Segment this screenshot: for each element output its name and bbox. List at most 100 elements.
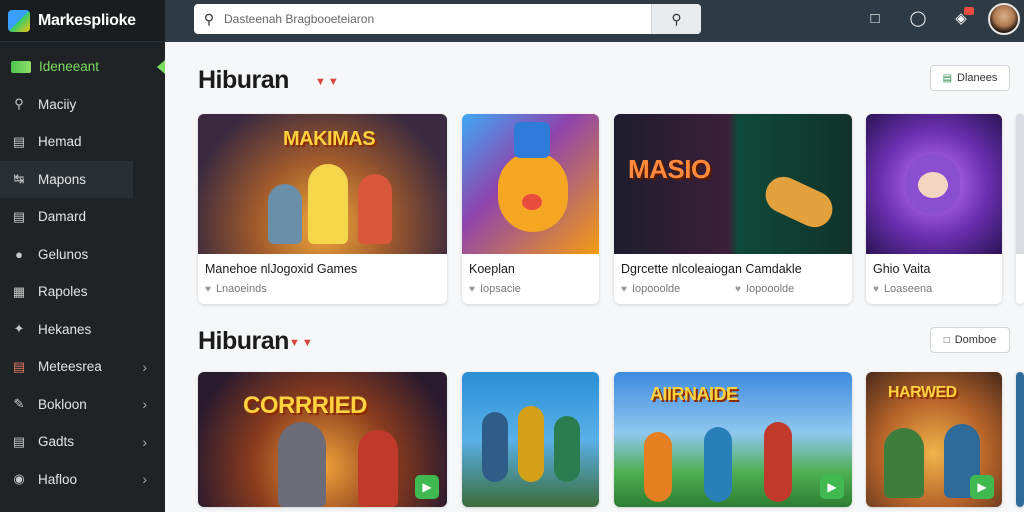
sidebar-nav: Ideneeant ⚲ Maciiy ▤ Hemad ↹ Mapons ▤ Da… <box>0 42 165 498</box>
card-thumbnail: MASIO <box>614 114 852 254</box>
game-card[interactable]: CORRRIED ▶ <box>198 372 447 507</box>
notification-icon[interactable]: ◈ <box>951 7 974 29</box>
game-card[interactable]: Koeplan ♥ Iopsacie <box>462 114 599 304</box>
section-button-label: Dlanees <box>957 72 998 84</box>
chevron-right-icon: › <box>142 358 147 375</box>
globe-icon: ◉ <box>13 471 25 487</box>
card-meta: ♥ Iopooolde <box>621 283 681 295</box>
puzzle-icon: ✦ <box>13 321 25 337</box>
pencil-icon: ✎ <box>13 396 25 412</box>
avatar[interactable] <box>988 3 1020 35</box>
card-meta: ♥ Lnaoeinds <box>205 283 267 295</box>
list-icon: ▤ <box>12 133 26 149</box>
game-card[interactable]: AIIRNAIDE ▶ <box>614 372 852 507</box>
card-thumbnail <box>866 114 1002 254</box>
search-icon: ⚲ <box>203 10 215 27</box>
sidebar-item-label: Gadts <box>38 434 75 450</box>
topbar: ⚲ ⚲ □ ◯ ◈ <box>165 0 1024 42</box>
clipboard-icon: ▦ <box>12 283 26 299</box>
sidebar: Markesplioke Ideneeant ⚲ Maciiy ▤ Hemad … <box>0 0 165 512</box>
search-bar: ⚲ ⚲ <box>194 4 701 34</box>
card-thumbnail <box>1016 114 1024 254</box>
sidebar-item-label: Hemad <box>38 134 82 150</box>
card-meta: ♥ Loaseena <box>873 283 933 295</box>
chevron-right-icon: › <box>142 433 147 450</box>
brand[interactable]: Markesplioke <box>0 0 165 42</box>
user-icon[interactable]: ◯ <box>908 9 928 29</box>
section-title: Hiburan <box>198 66 289 94</box>
sidebar-item-8[interactable]: ▤ Meteesrea › <box>0 348 165 386</box>
sidebar-item-4[interactable]: ▤ Damard <box>0 198 165 236</box>
game-card-partial[interactable] <box>1016 372 1024 507</box>
sidebar-item-label: Rapoles <box>38 284 88 300</box>
sidebar-item-0[interactable]: Ideneeant <box>0 48 165 86</box>
card-thumbnail: CORRRIED ▶ <box>198 372 447 507</box>
search-input[interactable] <box>224 4 651 34</box>
sidebar-item-5[interactable]: ● Gelunos <box>0 236 165 274</box>
section-button[interactable]: ▤ Dlanees <box>930 65 1010 91</box>
notification-badge <box>964 7 974 15</box>
sidebar-item-3[interactable]: ↹ Mapons <box>0 160 133 198</box>
sidebar-item-9[interactable]: ✎ Bokloon › <box>0 386 165 424</box>
section-button-label: Domboe <box>954 334 997 346</box>
thumbnail-text: MAKIMAS <box>283 128 376 150</box>
gamepad-icon <box>11 60 31 73</box>
sidebar-item-label: Meteesrea <box>38 359 102 375</box>
search-icon: ⚲ <box>14 96 24 112</box>
document-icon: ▤ <box>12 208 26 224</box>
sidebar-item-11[interactable]: ◉ Hafloo › <box>0 461 165 499</box>
thumbnail-text: AIIRNAIDE <box>650 384 738 404</box>
sidebar-item-7[interactable]: ✦ Hekanes <box>0 311 165 349</box>
card-thumbnail: AIIRNAIDE ▶ <box>614 372 852 507</box>
heart-icon: ♥ <box>469 283 475 295</box>
game-card[interactable]: HARWED ▶ <box>866 372 1002 507</box>
game-card[interactable] <box>462 372 599 507</box>
play-icon[interactable]: ▶ <box>820 475 844 499</box>
search-icon: ⚲ <box>671 10 682 27</box>
thumbnail-text: MASIO <box>628 154 711 184</box>
sidebar-item-label: Ideneeant <box>39 59 100 75</box>
card-thumbnail <box>462 114 599 254</box>
sidebar-item-2[interactable]: ▤ Hemad <box>0 123 165 161</box>
chevron-right-icon: › <box>142 471 147 488</box>
card-title: Manehoe nlJogoxid Games <box>205 262 358 276</box>
heart-icon: ♥ <box>621 283 627 295</box>
card-meta: ♥ Iopsacie <box>469 283 521 295</box>
bookmark-icon[interactable]: □ <box>865 9 885 29</box>
game-card[interactable]: MASIO Dgrcette nlcoleaiogan Camdakle ♥ Io… <box>614 114 852 304</box>
play-icon[interactable]: ▶ <box>415 475 439 499</box>
thumbnail-text: CORRRIED <box>243 392 368 419</box>
sidebar-item-6[interactable]: ▦ Rapoles <box>0 273 165 311</box>
search-button[interactable]: ⚲ <box>651 4 701 34</box>
sidebar-item-label: Gelunos <box>38 246 89 262</box>
chevron-right-icon: › <box>142 396 147 413</box>
sidebar-item-10[interactable]: ▤ Gadts › <box>0 423 165 461</box>
tag-icon: ● <box>15 246 23 262</box>
list-icon: ▤ <box>942 72 953 84</box>
chevron-down-icon[interactable]: ▼▼ <box>289 337 315 349</box>
heart-icon: ♥ <box>205 283 211 295</box>
sidebar-item-label: Hafloo <box>38 471 78 487</box>
thumbnail-text: HARWED <box>888 384 957 401</box>
calendar-icon: ▤ <box>12 433 26 449</box>
section-title: Hiburan <box>198 327 289 355</box>
chevron-down-icon[interactable]: ▼▼ <box>315 76 341 88</box>
card-thumbnail: MAKIMAS <box>198 114 447 254</box>
game-card[interactable]: MAKIMAS Manehoe nlJogoxid Games ♥ Lnaoein… <box>198 114 447 304</box>
route-icon: ↹ <box>13 171 25 187</box>
card-thumbnail <box>1016 372 1024 507</box>
game-card-partial[interactable] <box>1016 114 1024 304</box>
sidebar-item-label: Damard <box>38 209 87 225</box>
section-button[interactable]: □ Domboe <box>930 327 1010 353</box>
sidebar-item-1[interactable]: ⚲ Maciiy <box>0 86 165 124</box>
sidebar-item-label: Hekanes <box>38 321 92 337</box>
play-icon[interactable]: ▶ <box>970 475 994 499</box>
card-title: Dgrcette nlcoleaiogan Camdakle <box>621 262 802 276</box>
brand-name: Markesplioke <box>38 11 136 29</box>
sidebar-item-label: Maciiy <box>38 96 77 112</box>
card-title: Koeplan <box>469 262 515 276</box>
game-card[interactable]: Ghio Vaita ♥ Loaseena <box>866 114 1002 304</box>
sidebar-item-label: Mapons <box>38 171 87 187</box>
card-thumbnail <box>462 372 599 507</box>
heart-icon: ♥ <box>735 283 741 295</box>
